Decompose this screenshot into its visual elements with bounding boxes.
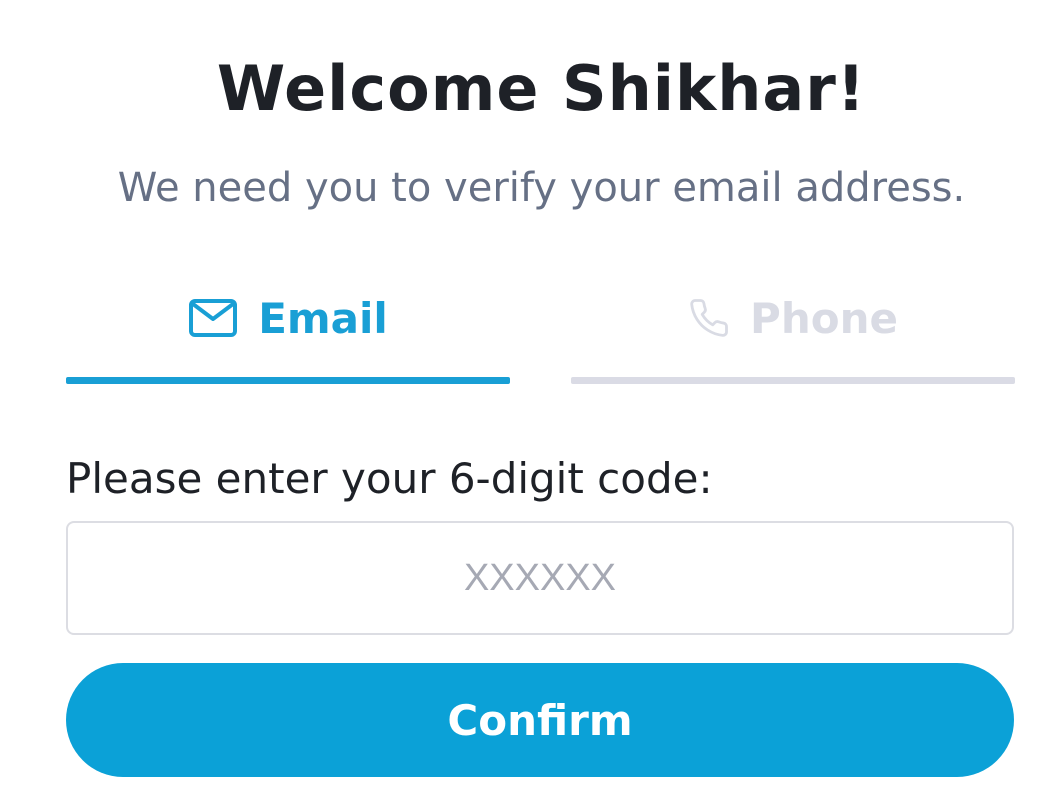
- confirm-button[interactable]: Confirm: [66, 663, 1014, 777]
- tab-phone-content: Phone: [571, 288, 1015, 348]
- code-field-label: Please enter your 6-digit code:: [66, 454, 713, 503]
- tab-email-content: Email: [66, 288, 510, 348]
- page-title: Welcome Shikhar!: [216, 52, 867, 125]
- verify-email-screen: Welcome Shikhar! We need you to verify y…: [0, 0, 1063, 794]
- tab-email-indicator: [66, 377, 510, 384]
- tab-email[interactable]: Email: [66, 282, 510, 384]
- tab-phone-label: Phone: [750, 293, 898, 343]
- tab-phone[interactable]: Phone: [571, 282, 1015, 384]
- verification-code-input[interactable]: [66, 521, 1014, 635]
- tab-phone-indicator: [571, 377, 1015, 384]
- tab-email-label: Email: [258, 293, 388, 343]
- page-subtitle: We need you to verify your email address…: [117, 165, 966, 211]
- phone-icon: [688, 293, 730, 343]
- mail-icon: [188, 297, 238, 339]
